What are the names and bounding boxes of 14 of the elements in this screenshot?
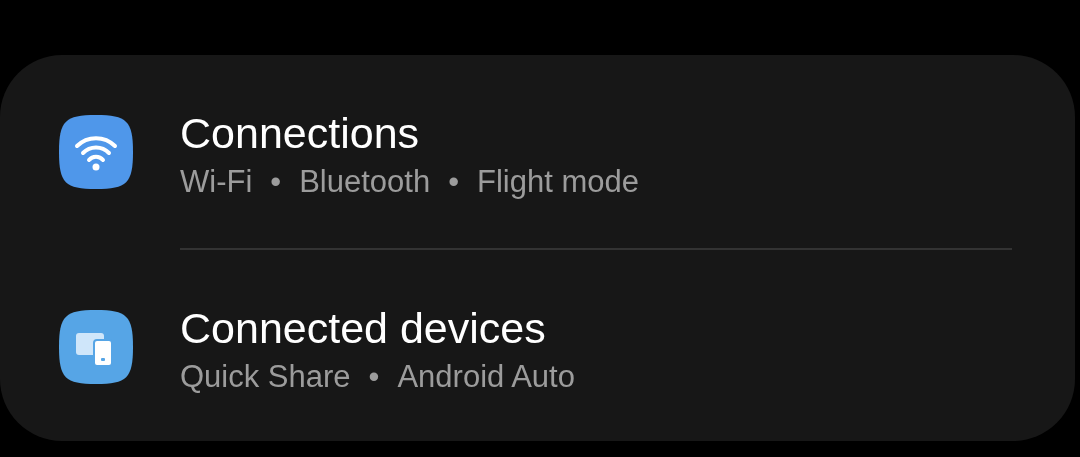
separator-dot: • [368,359,380,396]
separator-dot: • [270,164,282,201]
setting-detail: Bluetooth [299,164,431,201]
setting-detail: Wi-Fi [180,164,253,201]
setting-detail: Flight mode [477,164,639,201]
setting-detail: Quick Share [180,359,351,396]
setting-detail: Android Auto [397,359,575,396]
settings-item[interactable]: Connected devices Quick Share • Android Auto [0,250,1075,441]
separator-dot: • [448,164,459,201]
settings-item[interactable]: Connections Wi-Fi • Bluetooth • Flight mode [0,55,1075,248]
wifi-icon [57,112,135,191]
setting-title: Connections [180,108,421,159]
setting-title: Connected devices [180,303,547,354]
devices-icon [57,307,135,386]
